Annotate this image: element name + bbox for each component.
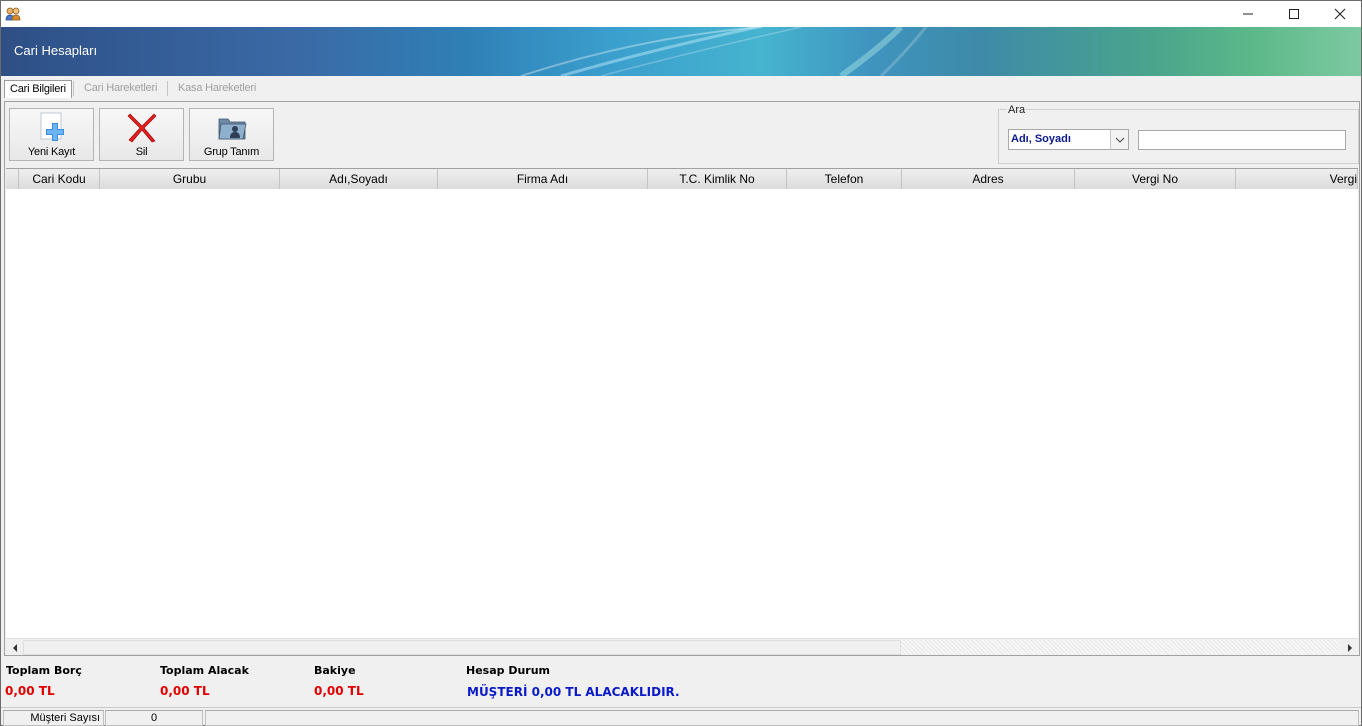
grid-header: Cari Kodu Grubu Adı,Soyadı Firma Adı T.C… (6, 169, 1358, 189)
account-summary: Toplam Borç 0,00 TL Toplam Alacak 0,00 T… (1, 657, 1361, 707)
column-header-vergi[interactable]: Vergi (1236, 169, 1358, 189)
account-status-value: MÜŞTERİ 0,00 TL ALACAKLIDIR. (467, 685, 680, 699)
main-panel: Yeni Kayıt Sil Grup Tanım Ara Adı, Soyad… (4, 101, 1360, 656)
scrollbar-track[interactable] (901, 640, 1341, 655)
group-definition-button[interactable]: Grup Tanım (189, 108, 274, 161)
total-credit-label: Toplam Alacak (160, 664, 249, 677)
new-record-label: Yeni Kayıt (27, 146, 76, 158)
scroll-left-icon[interactable] (6, 639, 23, 655)
column-header-firma-adi[interactable]: Firma Adı (438, 169, 648, 189)
header-banner: Cari Hesapları (1, 27, 1361, 76)
balance-value: 0,00 TL (314, 684, 364, 698)
minimize-icon (1243, 13, 1253, 15)
minimize-button[interactable] (1225, 1, 1271, 27)
search-input[interactable] (1138, 130, 1346, 150)
column-header-cari-kodu[interactable]: Cari Kodu (19, 169, 100, 189)
status-bar: Müşteri Sayısı 0 (1, 707, 1361, 726)
customer-grid[interactable]: Cari Kodu Grubu Adı,Soyadı Firma Adı T.C… (6, 168, 1358, 655)
maximize-icon (1289, 9, 1299, 19)
app-window: Cari Hesapları Cari Bilgileri Cari Harek… (0, 0, 1362, 726)
customer-count-label: Müşteri Sayısı (3, 710, 104, 726)
column-header-vergi-no[interactable]: Vergi No (1075, 169, 1236, 189)
search-legend: Ara (1007, 104, 1027, 116)
account-status-label: Hesap Durum (466, 664, 551, 677)
search-field-select[interactable]: Adı, Soyadı (1008, 129, 1129, 150)
tab-bar: Cari Bilgileri Cari Hareketleri Kasa Har… (1, 77, 1361, 99)
row-header-corner (6, 169, 19, 189)
group-folder-icon (218, 118, 247, 140)
total-debt-label: Toplam Borç (6, 664, 82, 677)
add-document-icon (40, 112, 64, 141)
maximize-button[interactable] (1271, 1, 1317, 27)
scroll-right-icon[interactable] (1341, 639, 1358, 655)
tab-cari-bilgileri[interactable]: Cari Bilgileri (4, 80, 72, 98)
new-record-button[interactable]: Yeni Kayıt (9, 108, 94, 161)
delete-label: Sil (135, 146, 148, 158)
column-header-adi-soyadi[interactable]: Adı,Soyadı (280, 169, 438, 189)
tab-separator (167, 81, 168, 96)
column-header-telefon[interactable]: Telefon (787, 169, 902, 189)
close-button[interactable] (1317, 1, 1362, 27)
banner-decoration (520, 27, 928, 76)
group-definition-label: Grup Tanım (203, 146, 260, 158)
balance-label: Bakiye (314, 664, 356, 677)
tab-separator (73, 81, 74, 96)
search-group: Ara Adı, Soyadı (998, 104, 1359, 164)
delete-x-icon (127, 113, 157, 143)
search-field-value: Adı, Soyadı (1011, 133, 1071, 145)
tab-kasa-hareketleri[interactable]: Kasa Hareketleri (173, 80, 261, 98)
column-header-tc-kimlik-no[interactable]: T.C. Kimlik No (648, 169, 787, 189)
title-bar (1, 1, 1361, 27)
users-icon (5, 7, 21, 21)
delete-button[interactable]: Sil (99, 108, 184, 161)
chevron-down-icon[interactable] (1110, 130, 1128, 149)
tab-cari-hareketleri[interactable]: Cari Hareketleri (79, 80, 162, 98)
total-credit-value: 0,00 TL (160, 684, 210, 698)
close-icon (1334, 8, 1346, 20)
total-debt-value: 0,00 TL (5, 684, 55, 698)
page-title: Cari Hesapları (14, 43, 98, 58)
column-header-adres[interactable]: Adres (902, 169, 1075, 189)
status-bar-panel (205, 710, 1359, 726)
customer-count-value: 0 (105, 710, 203, 726)
horizontal-scrollbar[interactable] (6, 638, 1358, 655)
column-header-grubu[interactable]: Grubu (100, 169, 280, 189)
scrollbar-thumb[interactable] (23, 640, 901, 655)
